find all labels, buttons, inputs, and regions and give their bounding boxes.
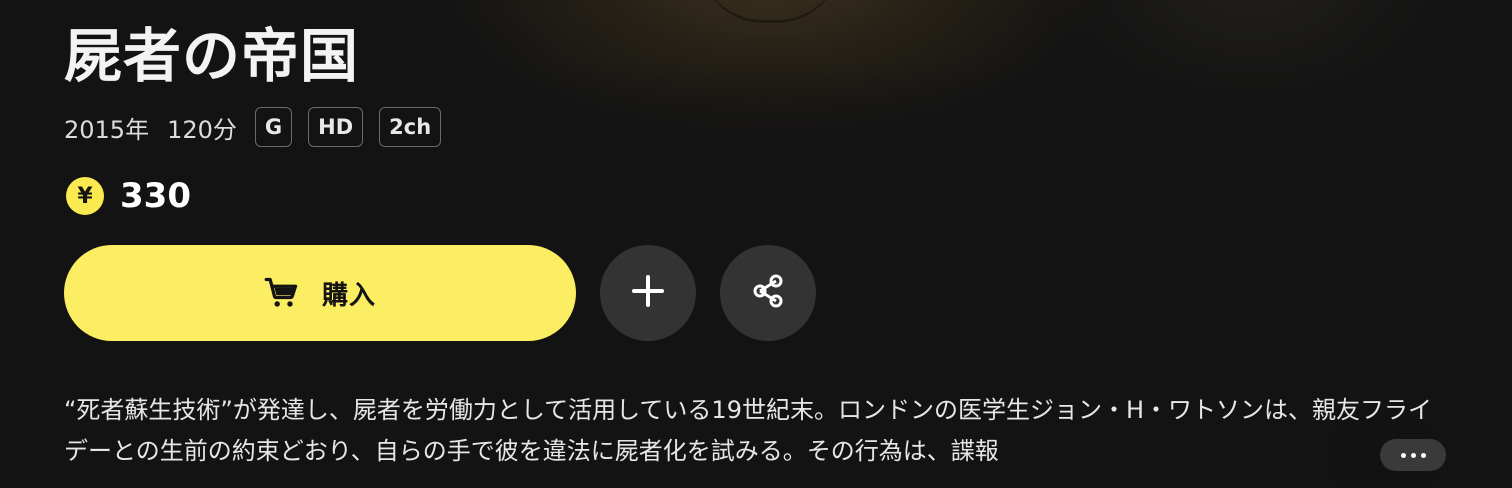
price-value: 330 — [120, 176, 191, 216]
add-to-list-button[interactable] — [600, 245, 696, 341]
release-year: 2015年 — [64, 115, 150, 144]
buy-button-label: 購入 — [321, 280, 376, 311]
synopsis-text: “死者蘇生技術”が発達し、屍者を労働力として活用している19世紀末。ロンドンの医… — [64, 396, 1433, 465]
buy-button[interactable]: 購入 — [64, 245, 576, 341]
rating-badge: G — [254, 107, 293, 147]
more-dot-icon — [1410, 452, 1416, 458]
more-dot-icon — [1400, 452, 1406, 458]
page-title: 屍者の帝国 — [64, 22, 360, 90]
yen-coin-icon: ¥ — [66, 177, 104, 215]
title-detail-page: 屍者の帝国 2015年 120分 G HD 2ch ¥ 330 購入 “死者蘇生… — [0, 0, 1512, 488]
cart-icon — [264, 275, 300, 311]
price: ¥ 330 — [66, 176, 191, 216]
more-dot-icon — [1420, 452, 1426, 458]
meta-info: 2015年 120分 G HD 2ch — [64, 106, 457, 148]
plus-icon — [628, 271, 668, 315]
audio-badge: 2ch — [379, 107, 442, 147]
quality-badge: HD — [308, 107, 364, 147]
duration: 120分 — [167, 115, 237, 144]
expand-synopsis-button[interactable] — [1380, 439, 1446, 471]
share-icon — [748, 271, 788, 315]
share-button[interactable] — [720, 245, 816, 341]
